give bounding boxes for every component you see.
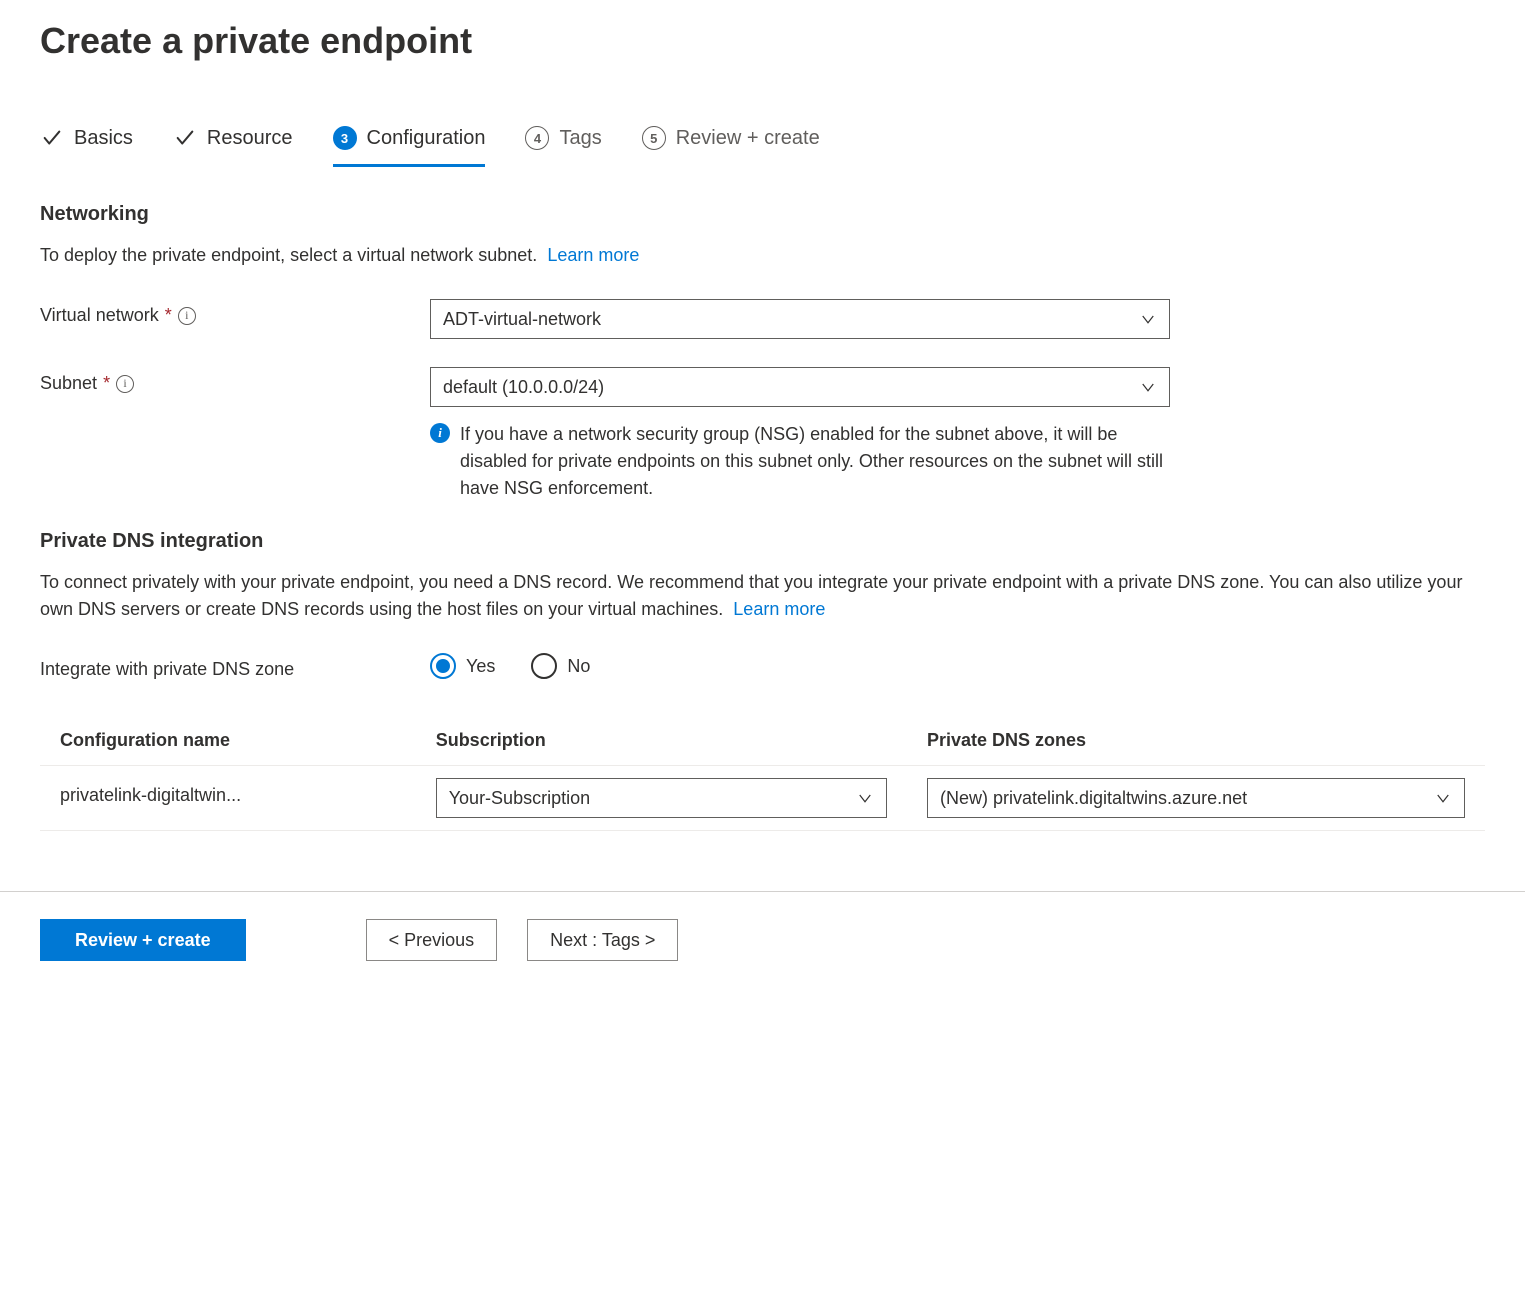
info-icon[interactable]: i <box>116 375 134 393</box>
wizard-tabs: Basics Resource 3 Configuration 4 Tags 5… <box>40 122 1485 167</box>
required-asterisk: * <box>165 305 172 326</box>
vnet-value: ADT-virtual-network <box>443 309 601 330</box>
next-button[interactable]: Next : Tags > <box>527 919 678 961</box>
config-name-value: privatelink-digitaltwin... <box>60 785 241 806</box>
vnet-dropdown[interactable]: ADT-virtual-network <box>430 299 1170 339</box>
tab-label: Resource <box>207 127 293 150</box>
tab-label: Tags <box>559 127 601 150</box>
chevron-down-icon <box>1139 378 1157 396</box>
table-row: privatelink-digitaltwin... Your-Subscrip… <box>40 766 1485 831</box>
required-asterisk: * <box>103 373 110 394</box>
col-subscription: Subscription <box>416 716 907 766</box>
chevron-down-icon <box>1434 789 1452 807</box>
subnet-dropdown[interactable]: default (10.0.0.0/24) <box>430 367 1170 407</box>
subnet-value: default (10.0.0.0/24) <box>443 377 604 398</box>
page-title: Create a private endpoint <box>40 20 1485 62</box>
subnet-info-message: i If you have a network security group (… <box>430 421 1170 502</box>
subnet-label: Subnet <box>40 373 97 394</box>
radio-label: No <box>567 656 590 677</box>
review-create-button[interactable]: Review + create <box>40 919 246 961</box>
integrate-dns-yes-radio[interactable]: Yes <box>430 653 495 679</box>
tab-resource[interactable]: Resource <box>173 122 293 167</box>
dns-config-table: Configuration name Subscription Private … <box>40 716 1485 831</box>
integrate-dns-no-radio[interactable]: No <box>531 653 590 679</box>
radio-label: Yes <box>466 656 495 677</box>
networking-desc: To deploy the private endpoint, select a… <box>40 242 1485 269</box>
subscription-dropdown[interactable]: Your-Subscription <box>436 778 887 818</box>
vnet-label: Virtual network <box>40 305 159 326</box>
check-icon <box>173 126 197 150</box>
networking-heading: Networking <box>40 203 1485 226</box>
info-icon[interactable]: i <box>178 307 196 325</box>
chevron-down-icon <box>856 789 874 807</box>
step-number-icon: 4 <box>525 126 549 150</box>
check-icon <box>40 126 64 150</box>
dns-zone-dropdown[interactable]: (New) privatelink.digitaltwins.azure.net <box>927 778 1465 818</box>
info-icon: i <box>430 423 450 443</box>
tab-basics[interactable]: Basics <box>40 122 133 167</box>
dns-learn-more-link[interactable]: Learn more <box>733 599 825 619</box>
networking-learn-more-link[interactable]: Learn more <box>547 245 639 265</box>
tab-review-create[interactable]: 5 Review + create <box>642 122 820 167</box>
col-config-name: Configuration name <box>40 716 416 766</box>
tab-label: Configuration <box>367 127 486 150</box>
dns-desc: To connect privately with your private e… <box>40 569 1485 623</box>
wizard-footer: Review + create < Previous Next : Tags > <box>40 891 1485 961</box>
step-number-icon: 5 <box>642 126 666 150</box>
tab-configuration[interactable]: 3 Configuration <box>333 122 486 167</box>
dns-zone-value: (New) privatelink.digitaltwins.azure.net <box>940 788 1247 809</box>
col-dns-zones: Private DNS zones <box>907 716 1485 766</box>
tab-label: Basics <box>74 127 133 150</box>
previous-button[interactable]: < Previous <box>366 919 498 961</box>
chevron-down-icon <box>1139 310 1157 328</box>
dns-heading: Private DNS integration <box>40 530 1485 553</box>
subscription-value: Your-Subscription <box>449 788 590 809</box>
tab-tags[interactable]: 4 Tags <box>525 122 601 167</box>
step-number-icon: 3 <box>333 126 357 150</box>
tab-label: Review + create <box>676 127 820 150</box>
integrate-dns-radio-group: Yes No <box>430 653 1170 679</box>
integrate-dns-label: Integrate with private DNS zone <box>40 659 294 680</box>
